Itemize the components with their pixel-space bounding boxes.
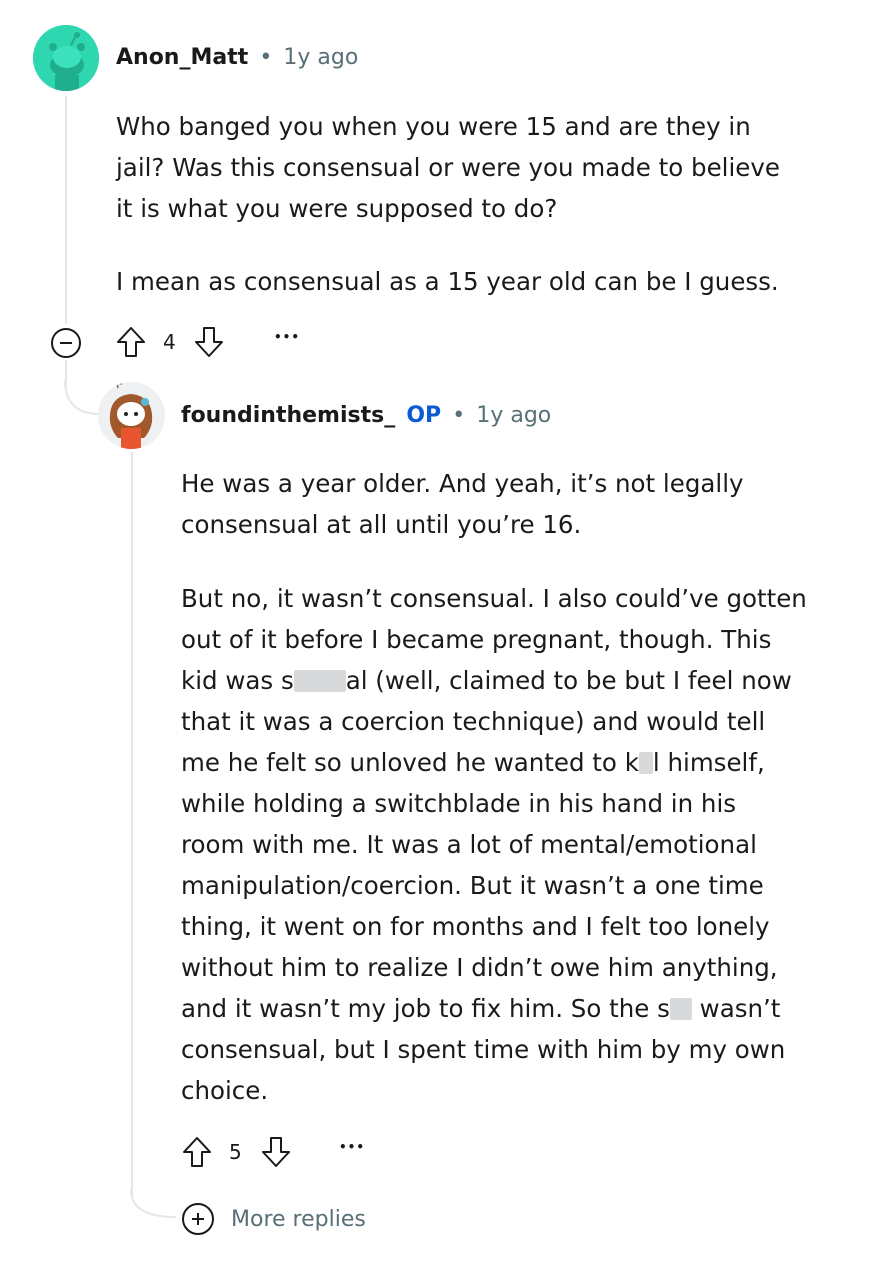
censor-blur — [638, 752, 653, 774]
plus-circle-icon — [182, 1203, 214, 1235]
separator: • — [452, 403, 466, 428]
text-line: choice. — [181, 1076, 269, 1105]
separator: • — [259, 45, 273, 70]
text-line: manipulation/coercion. But it wasn’t a o… — [181, 871, 764, 900]
timestamp[interactable]: 1y ago — [283, 45, 358, 70]
text-line: me he felt so unloved he wanted to kl hi… — [181, 748, 765, 777]
username[interactable]: foundinthemists_ — [181, 403, 395, 428]
text-line: room with me. It was a lot of mental/emo… — [181, 830, 757, 859]
vote-count: 5 — [229, 1140, 242, 1164]
comment-body: He was a year older. And yeah, it’s not … — [181, 469, 744, 539]
snoo-avatar-icon — [98, 382, 165, 449]
comment-header: foundinthemists_ OP • 1y ago — [181, 403, 551, 428]
avatar[interactable] — [33, 25, 99, 91]
vote-count: 4 — [163, 330, 176, 354]
thread-line-reply — [131, 452, 133, 1197]
text-line: and it wasn’t my job to fix him. So the … — [181, 994, 781, 1023]
text-line: without him to realize I didn’t owe him … — [181, 953, 778, 982]
minus-circle-icon[interactable] — [50, 327, 82, 359]
upvote-arrow-icon[interactable] — [181, 1135, 213, 1169]
avatar[interactable] — [98, 382, 165, 449]
text-line: But no, it wasn’t consensual. I also cou… — [181, 584, 807, 613]
snoo-avatar-icon — [33, 25, 99, 91]
downvote-arrow-icon[interactable] — [193, 325, 225, 359]
username[interactable]: Anon_Matt — [116, 45, 248, 70]
more-replies-label: More replies — [231, 1206, 366, 1232]
text-line: that it was a coercion technique) and wo… — [181, 707, 766, 736]
thread-curve-more — [130, 1190, 177, 1218]
downvote-arrow-icon[interactable] — [260, 1135, 292, 1169]
more-dots-icon[interactable]: ••• — [274, 330, 300, 344]
comment-header: Anon_Matt • 1y ago — [116, 45, 358, 70]
comment-body-paragraph: I mean as consensual as a 15 year old ca… — [116, 267, 779, 296]
text-line: while holding a switchblade in his hand … — [181, 789, 737, 818]
timestamp[interactable]: 1y ago — [476, 403, 551, 428]
text-line: kid was s al (well, claimed to be but I f… — [181, 666, 792, 695]
op-badge: OP — [406, 403, 442, 428]
censor-blur — [669, 998, 692, 1020]
text-line: thing, it went on for months and I felt … — [181, 912, 770, 941]
text-line: out of it before I became pregnant, thou… — [181, 625, 772, 654]
more-dots-icon[interactable]: ••• — [339, 1140, 365, 1154]
comment-body: Who banged you when you were 15 and are … — [116, 112, 780, 223]
comment-body-paragraph: But no, it wasn’t consensual. I also cou… — [181, 578, 861, 1111]
censor-blur — [293, 670, 346, 692]
more-replies-button[interactable]: More replies — [181, 1202, 366, 1236]
text-line: consensual, but I spent time with him by… — [181, 1035, 786, 1064]
thread-line-main — [65, 96, 67, 324]
upvote-arrow-icon[interactable] — [115, 325, 147, 359]
